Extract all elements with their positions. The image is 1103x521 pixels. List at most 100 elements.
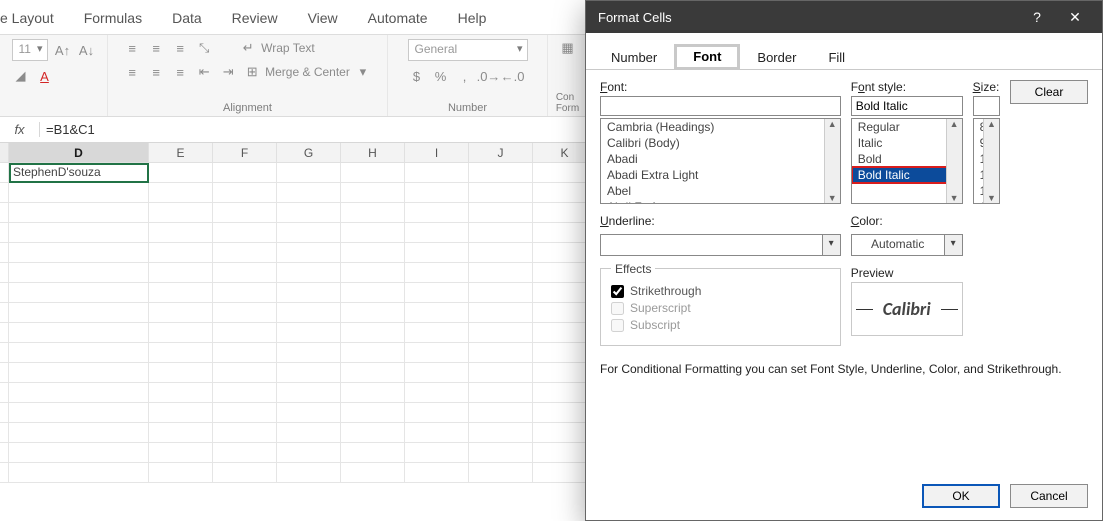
cell[interactable] [469,343,533,363]
cell[interactable] [341,303,405,323]
cell[interactable] [213,303,277,323]
cell[interactable] [341,403,405,423]
currency-icon[interactable]: $ [408,67,426,85]
cell[interactable] [9,223,149,243]
cell[interactable] [469,283,533,303]
cell[interactable] [469,423,533,443]
cell[interactable] [405,403,469,423]
col-header[interactable]: H [341,143,405,163]
cell[interactable] [341,363,405,383]
cell[interactable] [469,243,533,263]
cell[interactable] [149,163,213,183]
cell[interactable] [469,223,533,243]
cell[interactable] [9,443,149,463]
strikethrough-checkbox[interactable]: Strikethrough [611,284,830,298]
fx-icon[interactable]: fx [0,122,40,137]
cell[interactable] [469,463,533,483]
cell[interactable] [149,283,213,303]
percent-icon[interactable]: % [432,67,450,85]
cell[interactable] [341,283,405,303]
list-item[interactable]: Abril Fatface [601,199,840,204]
cell[interactable] [213,443,277,463]
cell[interactable] [469,183,533,203]
scroll-down-icon[interactable]: ▼ [828,193,837,203]
ribbon-tab[interactable]: Formulas [84,10,142,26]
list-item[interactable]: Abel [601,183,840,199]
cell[interactable] [405,263,469,283]
formula-input[interactable]: =B1&C1 [40,122,95,137]
ribbon-tab[interactable]: Help [458,10,487,26]
cell[interactable] [405,303,469,323]
merge-center-button[interactable]: ⊞Merge & Center▾ [243,63,372,81]
comma-icon[interactable]: , [456,67,474,85]
cancel-button[interactable]: Cancel [1010,484,1088,508]
cell[interactable] [213,183,277,203]
cell[interactable] [149,423,213,443]
cell[interactable] [405,203,469,223]
align-center-icon[interactable]: ≡ [147,63,165,81]
cell[interactable] [149,303,213,323]
cell[interactable] [341,443,405,463]
cell[interactable] [341,323,405,343]
cell[interactable] [149,323,213,343]
cell[interactable] [149,223,213,243]
cell[interactable] [9,343,149,363]
wrap-text-button[interactable]: ↵Wrap Text [239,39,315,57]
cell[interactable] [405,323,469,343]
cell[interactable] [149,383,213,403]
tab-font[interactable]: Font [674,44,740,70]
tab-border[interactable]: Border [742,44,811,70]
cell[interactable] [277,163,341,183]
number-format-select[interactable]: General [408,39,528,61]
list-item[interactable]: Abadi Extra Light [601,167,840,183]
fontstyle-listbox[interactable]: Regular Italic Bold Bold Italic ▲▼ [851,118,963,204]
cell[interactable] [149,403,213,423]
fill-color-icon[interactable]: ◢ [12,67,30,85]
cell[interactable] [469,443,533,463]
col-header[interactable]: E [149,143,213,163]
size-input[interactable] [973,96,1000,116]
list-item[interactable]: Cambria (Headings) [601,119,840,135]
cell[interactable] [405,283,469,303]
ribbon-tab[interactable]: Review [232,10,278,26]
cell[interactable] [277,283,341,303]
cell[interactable] [9,323,149,343]
cell[interactable] [469,403,533,423]
scroll-up-icon[interactable]: ▲ [950,119,959,129]
cell[interactable] [341,263,405,283]
cell[interactable] [341,343,405,363]
cell[interactable] [277,363,341,383]
cell[interactable] [277,303,341,323]
cell[interactable] [277,263,341,283]
cell[interactable] [9,183,149,203]
cell[interactable] [277,323,341,343]
cell[interactable] [341,463,405,483]
align-right-icon[interactable]: ≡ [171,63,189,81]
cell[interactable] [277,403,341,423]
cell[interactable] [469,303,533,323]
cell[interactable] [213,403,277,423]
cell[interactable] [277,243,341,263]
cell[interactable] [405,223,469,243]
tab-fill[interactable]: Fill [813,44,860,70]
cell[interactable] [213,463,277,483]
cell[interactable] [9,423,149,443]
cell[interactable] [469,323,533,343]
cell[interactable] [149,183,213,203]
decrease-decimal-icon[interactable]: ←.0 [504,67,522,85]
cell[interactable] [341,223,405,243]
scroll-up-icon[interactable]: ▲ [828,119,837,129]
cell[interactable] [213,203,277,223]
ribbon-tab[interactable]: Data [172,10,202,26]
cell[interactable] [277,443,341,463]
cell[interactable] [9,383,149,403]
scroll-down-icon[interactable]: ▼ [987,193,996,203]
cell[interactable] [469,263,533,283]
cell[interactable] [277,183,341,203]
size-listbox[interactable]: 8 9 10 11 12 14 ▲▼ [973,118,1000,204]
cell[interactable] [213,263,277,283]
cell[interactable] [277,383,341,403]
increase-font-icon[interactable]: A↑ [54,41,72,59]
conditional-formatting-icon[interactable]: ▦ [559,39,577,57]
align-middle-icon[interactable]: ≡ [147,39,165,57]
